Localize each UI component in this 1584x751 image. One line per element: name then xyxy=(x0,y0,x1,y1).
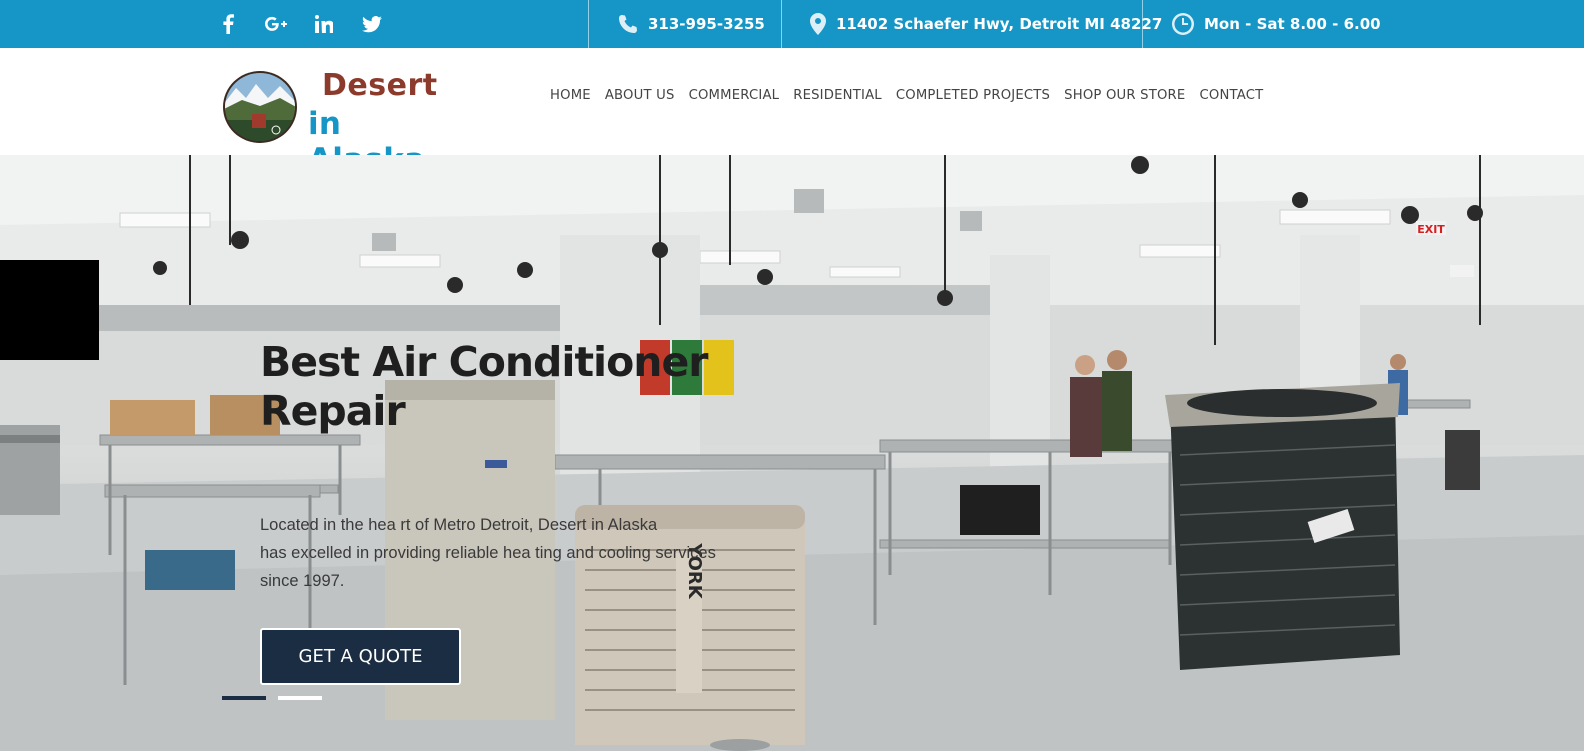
slider-dot-2[interactable] xyxy=(278,696,322,700)
topbar-divider xyxy=(588,0,589,48)
topbar-divider xyxy=(1142,0,1143,48)
address-text: 11402 Schaefer Hwy, Detroit MI 48227 xyxy=(836,15,1163,33)
site-logo[interactable]: Desert in Alaska xyxy=(222,68,462,178)
phone-number: 313-995-3255 xyxy=(648,15,765,33)
slider-dot-1[interactable] xyxy=(222,696,266,700)
nav-contact[interactable]: CONTACT xyxy=(1199,88,1263,103)
topbar-divider xyxy=(781,0,782,48)
clock-icon xyxy=(1172,13,1194,35)
hero-title-line1: Best Air Conditioner xyxy=(260,338,708,386)
phone-icon xyxy=(619,15,637,33)
hero-text-line1: Located in the hea rt of Metro Detroit, … xyxy=(260,516,658,534)
hero-title-line2: Repair xyxy=(260,387,406,435)
linkedin-icon[interactable] xyxy=(311,11,337,37)
hours-info: Mon - Sat 8.00 - 6.00 xyxy=(1172,0,1381,48)
facebook-icon[interactable] xyxy=(215,11,241,37)
get-a-quote-button[interactable]: GET A QUOTE xyxy=(260,628,461,685)
nav-about-us[interactable]: ABOUT US xyxy=(605,88,675,103)
twitter-icon[interactable] xyxy=(359,11,385,37)
google-plus-icon[interactable] xyxy=(263,11,289,37)
phone-info[interactable]: 313-995-3255 xyxy=(618,0,765,48)
hero-text-line3: since 1997. xyxy=(260,572,345,590)
site-header: Desert in Alaska HOME ABOUT US COMMERCIA… xyxy=(0,48,1584,178)
map-pin-icon xyxy=(810,13,826,35)
nav-shop-our-store[interactable]: SHOP OUR STORE xyxy=(1064,88,1185,103)
hero-title: Best Air Conditioner Repair xyxy=(260,338,760,436)
nav-commercial[interactable]: COMMERCIAL xyxy=(689,88,780,103)
black-overlay-box xyxy=(0,260,99,360)
nav-completed-projects[interactable]: COMPLETED PROJECTS xyxy=(896,88,1050,103)
slider-pagination xyxy=(222,696,322,700)
main-navigation: HOME ABOUT US COMMERCIAL RESIDENTIAL COM… xyxy=(550,88,1263,103)
nav-residential[interactable]: RESIDENTIAL xyxy=(793,88,882,103)
hero-background-image: EXIT YORK xyxy=(0,155,1584,751)
logo-emblem-icon xyxy=(223,71,297,143)
hero-slider: EXIT YORK Best Air Conditioner Repair Lo… xyxy=(0,155,1584,751)
hours-text: Mon - Sat 8.00 - 6.00 xyxy=(1204,15,1381,33)
social-links xyxy=(215,0,385,48)
hero-text-line2: has excelled in providing reliable hea t… xyxy=(260,544,716,562)
nav-home[interactable]: HOME xyxy=(550,88,591,103)
top-info-bar: 313-995-3255 11402 Schaefer Hwy, Detroit… xyxy=(0,0,1584,48)
exit-sign-text: EXIT xyxy=(1417,223,1445,236)
logo-text-desert: Desert xyxy=(322,68,438,103)
hero-description: Located in the hea rt of Metro Detroit, … xyxy=(260,511,750,595)
address-info[interactable]: 11402 Schaefer Hwy, Detroit MI 48227 xyxy=(810,0,1162,48)
